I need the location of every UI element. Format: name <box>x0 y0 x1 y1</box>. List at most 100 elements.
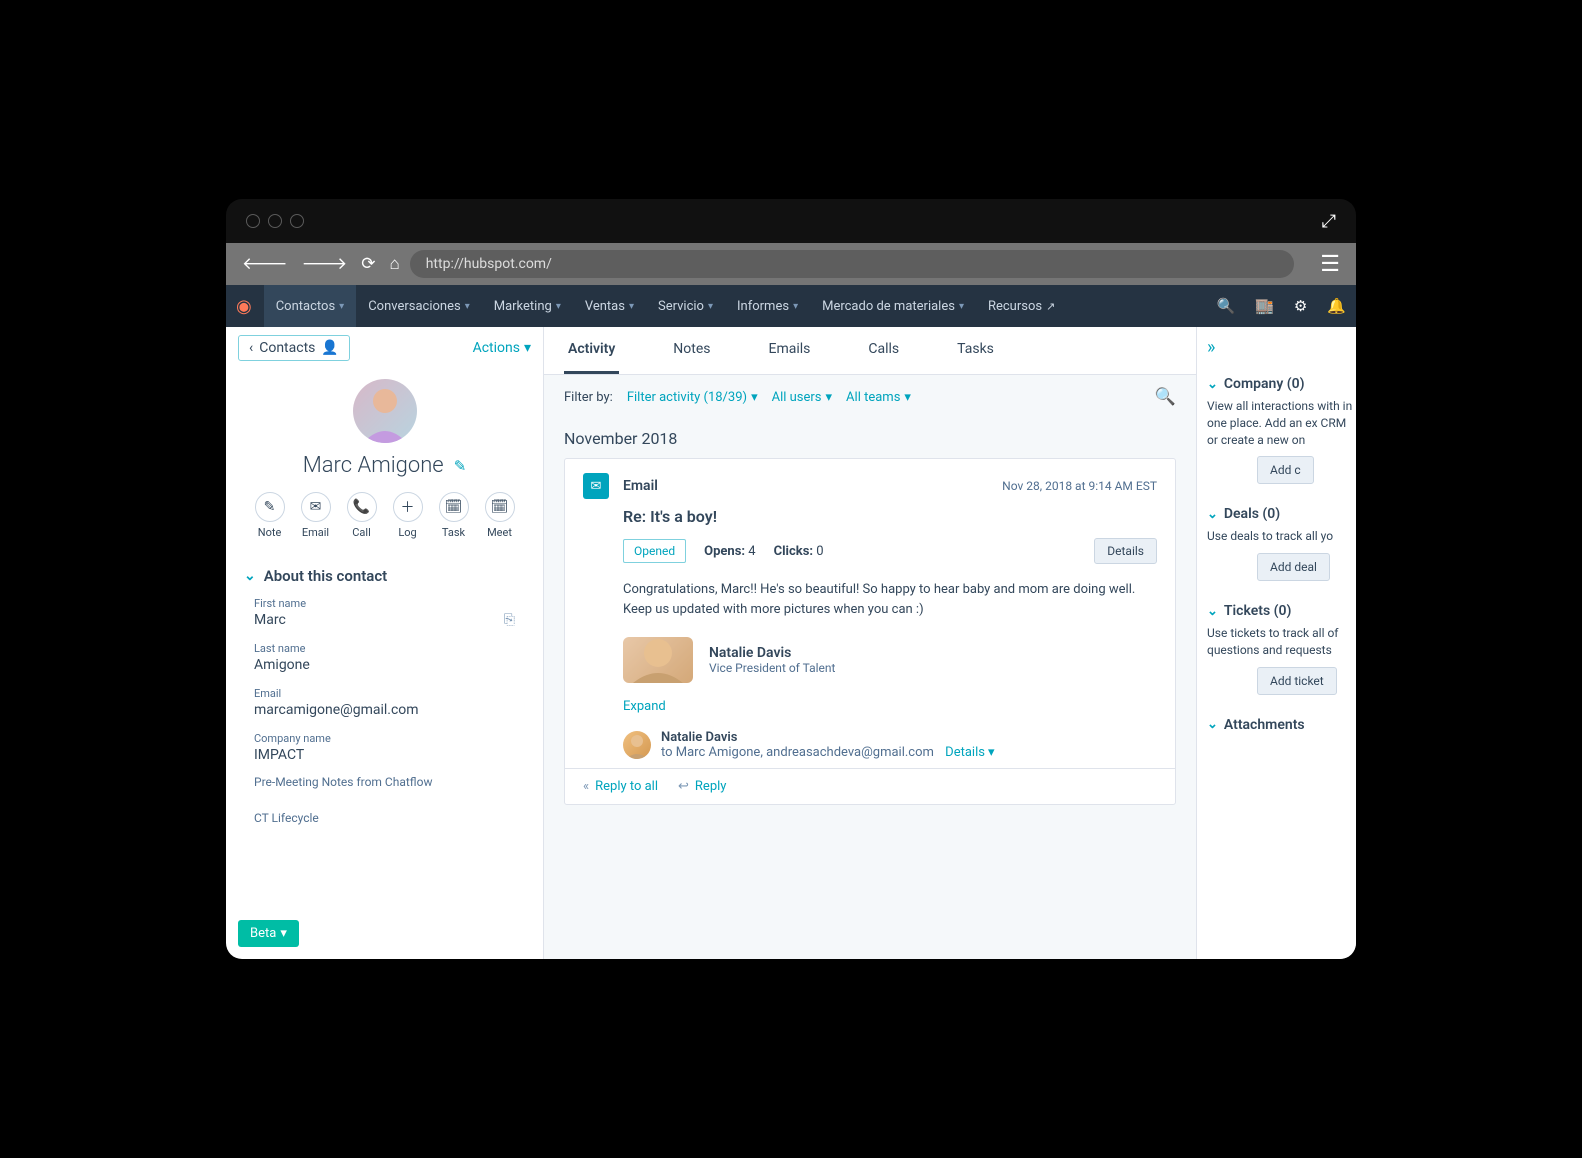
url-text: http://hubspot.com/ <box>426 256 552 272</box>
beta-badge[interactable]: Beta▾ <box>238 920 299 947</box>
actions-dropdown[interactable]: Actions ▾ <box>473 340 531 356</box>
filter-users-dropdown[interactable]: All users▾ <box>772 390 832 405</box>
chevron-down-icon: ▾ <box>988 745 995 760</box>
email-icon: ✉ <box>301 492 331 522</box>
middle-panel: Activity Notes Emails Calls Tasks Filter… <box>544 327 1196 959</box>
nav-recursos[interactable]: Recursos↗ <box>976 285 1067 327</box>
traffic-zoom[interactable] <box>290 214 304 228</box>
deals-section-header[interactable]: ⌄Deals (0) <box>1207 498 1356 528</box>
from-avatar <box>623 731 651 759</box>
marketplace-icon[interactable]: 🏬 <box>1255 297 1274 315</box>
nav-mercado[interactable]: Mercado de materiales▾ <box>810 285 976 327</box>
search-icon[interactable]: 🔍 <box>1155 387 1176 407</box>
tab-emails[interactable]: Emails <box>765 327 815 374</box>
avatar[interactable] <box>353 379 417 443</box>
meet-button[interactable]: 🗓Meet <box>485 492 515 539</box>
first-name-field[interactable]: First name Marc⎘ <box>226 593 543 638</box>
envelope-icon: ✉ <box>583 473 609 499</box>
month-header: November 2018 <box>564 429 1176 448</box>
tab-activity[interactable]: Activity <box>564 327 619 374</box>
chevron-down-icon: ⌄ <box>1207 507 1218 522</box>
tickets-desc: Use tickets to track all of questions an… <box>1207 625 1356 659</box>
nav-informes[interactable]: Informes▾ <box>725 285 810 327</box>
call-button[interactable]: 📞Call <box>347 492 377 539</box>
add-deal-button[interactable]: Add deal <box>1257 553 1330 581</box>
chevron-down-icon: ▾ <box>465 301 470 312</box>
chevron-down-icon: ▾ <box>556 301 561 312</box>
contact-name: Marc Amigone <box>303 453 444 478</box>
tickets-section-header[interactable]: ⌄Tickets (0) <box>1207 595 1356 625</box>
external-link-icon: ↗ <box>1046 300 1055 313</box>
company-section-header[interactable]: ⌄Company (0) <box>1207 368 1356 398</box>
filter-teams-dropdown[interactable]: All teams▾ <box>846 390 911 405</box>
edit-icon[interactable]: ✎ <box>454 457 467 475</box>
home-icon[interactable]: ⌂ <box>389 254 399 274</box>
tab-tasks[interactable]: Tasks <box>953 327 998 374</box>
signature-title: Vice President of Talent <box>709 661 835 675</box>
signature-row: Natalie Davis Vice President of Talent <box>623 631 1157 691</box>
chevron-down-icon: ⌄ <box>1207 717 1218 732</box>
reply-all-button[interactable]: «Reply to all <box>583 779 658 794</box>
expand-icon[interactable]: ⤢ <box>1322 211 1336 232</box>
email-field[interactable]: Email marcamigone@gmail.com <box>226 683 543 728</box>
breadcrumb-contacts[interactable]: ‹ Contacts 👤 <box>238 335 350 361</box>
nav-ventas[interactable]: Ventas▾ <box>573 285 646 327</box>
opens-stat: Opens: 4 <box>704 544 755 559</box>
nav-servicio[interactable]: Servicio▾ <box>646 285 725 327</box>
nav-contactos[interactable]: Contactos▾ <box>264 285 356 327</box>
email-card: ✉ Email Nov 28, 2018 at 9:14 AM EST Re: … <box>564 458 1176 805</box>
from-name: Natalie Davis <box>661 730 994 745</box>
task-button[interactable]: 🗓Task <box>439 492 469 539</box>
chevron-down-icon: ▾ <box>708 301 713 312</box>
reload-icon[interactable]: ⟳ <box>361 254 375 274</box>
top-nav: ◉ Contactos▾ Conversaciones▾ Marketing▾ … <box>226 285 1356 327</box>
collapse-icon[interactable]: » <box>1207 337 1356 358</box>
reply-all-icon: « <box>583 779 589 794</box>
note-button[interactable]: ✎Note <box>255 492 285 539</box>
traffic-close[interactable] <box>246 214 260 228</box>
chevron-down-icon: ▾ <box>959 301 964 312</box>
opened-badge: Opened <box>623 539 686 563</box>
chevron-down-icon: ▾ <box>793 301 798 312</box>
about-section-header[interactable]: ⌄ About this contact <box>226 555 543 593</box>
email-button[interactable]: ✉Email <box>301 492 331 539</box>
chevron-down-icon: ⌄ <box>244 568 256 584</box>
hubspot-logo-icon[interactable]: ◉ <box>236 296 252 317</box>
log-button[interactable]: ＋Log <box>393 492 423 539</box>
details-link[interactable]: Details▾ <box>945 745 994 760</box>
calendar-icon: 🗓 <box>439 492 469 522</box>
premeeting-note[interactable]: Pre-Meeting Notes from Chatflow <box>226 773 543 791</box>
add-ticket-button[interactable]: Add ticket <box>1257 667 1337 695</box>
company-field[interactable]: Company name IMPACT <box>226 728 543 773</box>
nav-conversaciones[interactable]: Conversaciones▾ <box>356 285 482 327</box>
last-name-field[interactable]: Last name Amigone <box>226 638 543 683</box>
chevron-down-icon: ▾ <box>339 301 344 312</box>
filter-activity-dropdown[interactable]: Filter activity (18/39)▾ <box>627 390 758 405</box>
expand-link[interactable]: Expand <box>623 699 1157 714</box>
traffic-lights <box>246 214 304 228</box>
back-icon[interactable]: 🡐 <box>242 254 288 274</box>
chevron-down-icon: ▾ <box>629 301 634 312</box>
attachments-section-header[interactable]: ⌄Attachments <box>1207 709 1356 739</box>
card-icon[interactable]: ⎘ <box>504 612 515 628</box>
url-bar[interactable]: http://hubspot.com/ <box>410 250 1295 278</box>
clicks-stat: Clicks: 0 <box>774 544 824 559</box>
add-company-button[interactable]: Add c <box>1257 456 1314 484</box>
tab-notes[interactable]: Notes <box>669 327 714 374</box>
reply-bar: «Reply to all ↩Reply <box>565 768 1175 804</box>
tab-calls[interactable]: Calls <box>864 327 903 374</box>
nav-marketing[interactable]: Marketing▾ <box>482 285 573 327</box>
bell-icon[interactable]: 🔔 <box>1327 297 1346 315</box>
traffic-minimize[interactable] <box>268 214 282 228</box>
details-button[interactable]: Details <box>1094 538 1157 564</box>
lifecycle-note[interactable]: CT Lifecycle <box>226 809 543 827</box>
gear-icon[interactable]: ⚙ <box>1294 297 1307 315</box>
email-subject: Re: It's a boy! <box>623 507 1157 526</box>
search-icon[interactable]: 🔍 <box>1216 297 1235 315</box>
chevron-down-icon: ▾ <box>751 390 758 405</box>
reply-button[interactable]: ↩Reply <box>678 779 726 794</box>
hamburger-icon[interactable]: ☰ <box>1320 252 1340 277</box>
signature-avatar <box>623 637 693 683</box>
forward-icon[interactable]: 🡒 <box>302 254 348 274</box>
browser-toolbar: 🡐 🡒 ⟳ ⌂ http://hubspot.com/ ☰ <box>226 243 1356 285</box>
